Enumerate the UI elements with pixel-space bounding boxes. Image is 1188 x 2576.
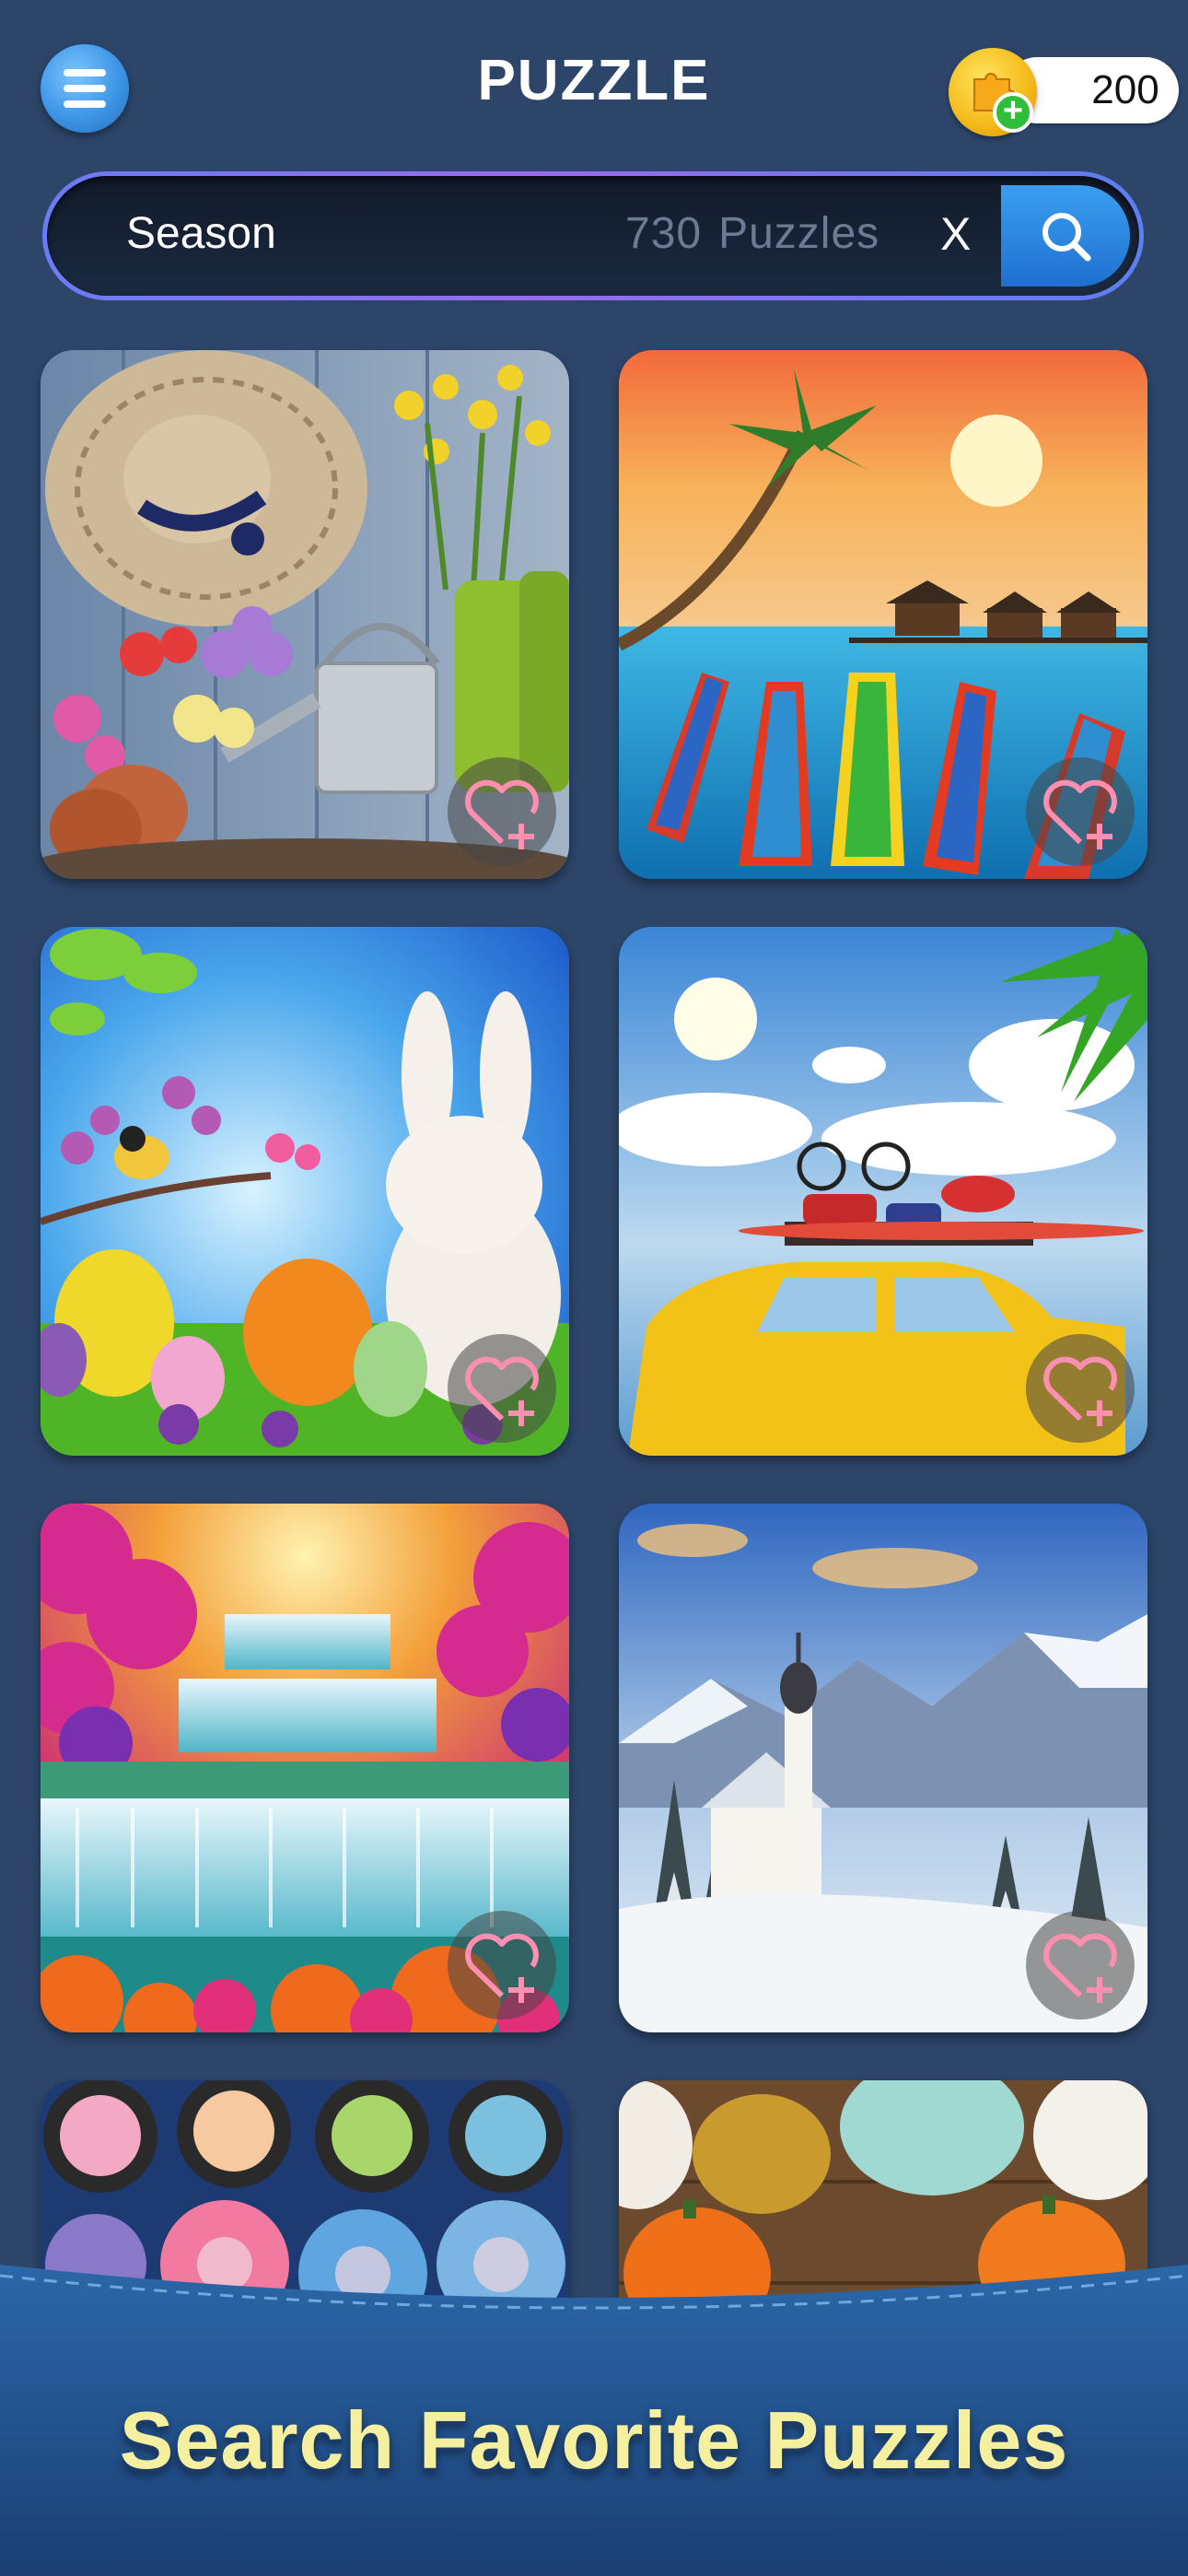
heart-plus-icon	[1043, 1933, 1117, 2003]
puzzle-coin-icon: +	[949, 48, 1037, 136]
heart-plus-icon	[465, 779, 539, 849]
puzzle-tile-easter-bunny[interactable]	[41, 927, 569, 1456]
puzzle-search-screen: PUZZLE 200 + Season 730 Puzzles X Search…	[0, 0, 1188, 2576]
search-button[interactable]	[1001, 185, 1130, 287]
search-icon	[1042, 213, 1091, 262]
puzzle-tile-garden-hat[interactable]	[41, 350, 569, 879]
favorite-button[interactable]	[448, 1334, 556, 1443]
footer-title: Search Favorite Puzzles	[119, 2395, 1069, 2486]
add-coins-icon[interactable]: +	[993, 92, 1033, 133]
puzzle-tile-yellow-car-beach[interactable]	[619, 927, 1147, 1456]
favorite-button[interactable]	[448, 1911, 556, 2020]
coin-count: 200	[1091, 67, 1159, 112]
search-query[interactable]: Season	[126, 202, 276, 266]
favorite-button[interactable]	[448, 757, 556, 866]
favorite-button[interactable]	[1026, 757, 1135, 866]
coin-balance[interactable]: 200 +	[949, 48, 1179, 136]
footer-banner: Search Favorite Puzzles	[0, 2248, 1188, 2576]
clear-search-button[interactable]: X	[940, 202, 971, 266]
search-input[interactable]: Season 730 Puzzles X	[47, 176, 1139, 296]
search-bar: Season 730 Puzzles X	[42, 171, 1144, 300]
result-count: 730 Puzzles	[625, 202, 879, 266]
puzzle-tile-tropical-boats[interactable]	[619, 350, 1147, 879]
puzzle-tile-winter-church[interactable]	[619, 1504, 1147, 2032]
heart-plus-icon	[1043, 779, 1117, 849]
favorite-button[interactable]	[1026, 1334, 1135, 1443]
heart-plus-icon	[465, 1356, 539, 1426]
result-count-number: 730	[625, 209, 703, 258]
heart-plus-icon	[465, 1933, 539, 2003]
favorite-button[interactable]	[1026, 1911, 1135, 2020]
result-count-label: Puzzles	[718, 209, 880, 258]
heart-plus-icon	[1043, 1356, 1117, 1426]
puzzle-tile-waterfall-forest[interactable]	[41, 1504, 569, 2032]
